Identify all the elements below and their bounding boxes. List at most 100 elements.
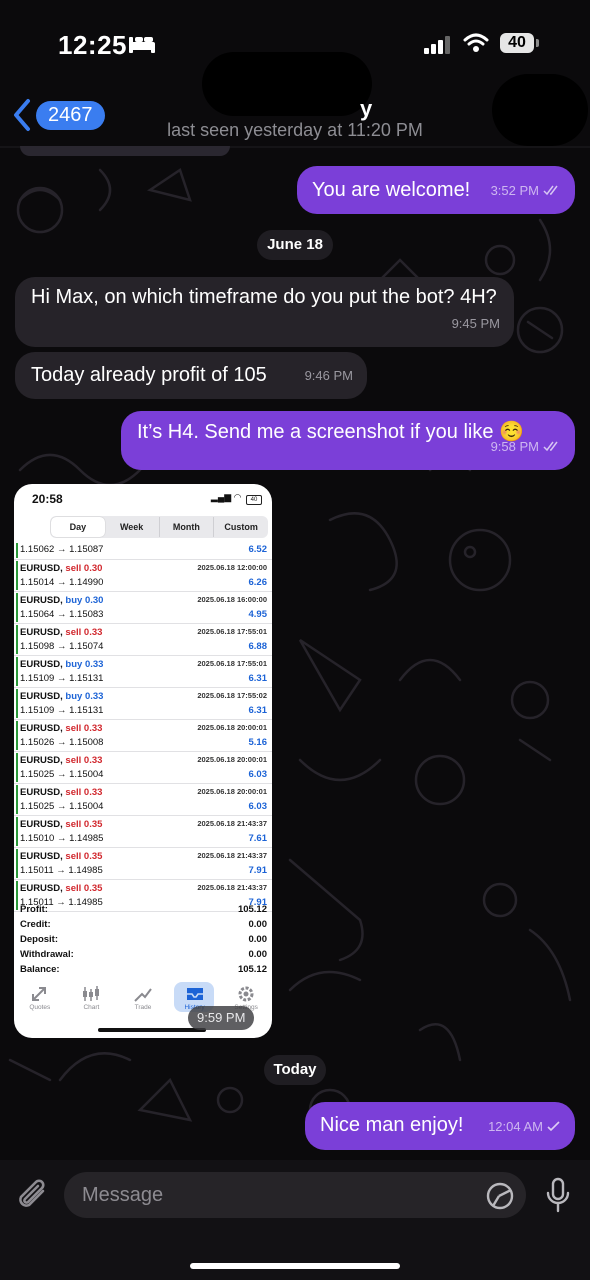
deal-row[interactable]: EURUSD, sell 0.33 2025.06.18 17:55:01 1.15… xyxy=(14,624,272,656)
redacted-contact-name[interactable] xyxy=(202,52,372,116)
deal-row[interactable]: EURUSD, buy 0.33 2025.06.18 17:55:01 1.151… xyxy=(14,656,272,688)
deal-lots: 0.33 xyxy=(83,627,103,638)
deal-row[interactable]: EURUSD, buy 0.33 2025.06.18 17:55:02 1.151… xyxy=(14,688,272,720)
summary-row: Profit: 105.12 xyxy=(14,902,272,917)
deal-profit: 6.31 xyxy=(248,673,268,684)
deal-lots: 0.33 xyxy=(84,659,104,670)
date-separator: Today xyxy=(264,1055,326,1085)
deal-side: sell xyxy=(65,723,82,734)
deal-indicator xyxy=(16,561,18,590)
deal-title: EURUSD, sell 0.30 xyxy=(20,563,102,574)
incoming-message[interactable]: Hi Max, on which timeframe do you put th… xyxy=(15,277,514,347)
trade-icon xyxy=(134,988,152,1002)
summary-value: 105.12 xyxy=(237,964,267,975)
deal-title: EURUSD, sell 0.33 xyxy=(20,755,102,766)
deal-row[interactable]: EURUSD, sell 0.33 2025.06.18 20:00:01 1.15… xyxy=(14,720,272,752)
deal-profit: 6.88 xyxy=(248,641,268,652)
deal-title: EURUSD, sell 0.35 xyxy=(20,851,102,862)
message-meta: 12:04 AM xyxy=(488,1113,561,1141)
deal-title: EURUSD, sell 0.35 xyxy=(20,819,102,830)
message-time: 9:58 PM xyxy=(490,439,539,454)
summary-value: 105.12 xyxy=(237,904,267,915)
summary-row: Withdrawal: 0.00 xyxy=(14,947,272,962)
deal-datetime: 2025.06.18 12:00:00 xyxy=(197,563,267,572)
deal-symbol: EURUSD, xyxy=(20,627,63,638)
deal-symbol: EURUSD, xyxy=(20,755,63,766)
photo-message[interactable]: 20:58 ▂▄▆ ◠ 40 Day Week Month Custom 1.1… xyxy=(14,484,272,1038)
deal-indicator xyxy=(16,785,18,814)
deal-profit: 6.31 xyxy=(248,705,268,716)
tab-day[interactable]: Day xyxy=(51,517,105,537)
contact-name[interactable]: y xyxy=(360,96,372,122)
incoming-message[interactable]: Today already profit of 105 9:46 PM xyxy=(15,352,367,399)
paperclip-icon[interactable] xyxy=(16,1177,50,1215)
history-icon xyxy=(186,988,203,1000)
deal-symbol: EURUSD, xyxy=(20,563,63,574)
message-text: It’s H4. Send me a screenshot if you lik… xyxy=(137,421,524,443)
deal-side: sell xyxy=(65,883,82,894)
chat-header: 2467 y last seen yesterday at 11:20 PM xyxy=(0,52,590,148)
deal-title: EURUSD, sell 0.33 xyxy=(20,627,102,638)
deal-symbol: EURUSD, xyxy=(20,787,63,798)
summary-label: Profit: xyxy=(20,904,48,915)
deal-side: buy xyxy=(65,659,83,670)
deal-prices: 1.15026 → 1.15008 xyxy=(20,737,104,748)
deal-row[interactable]: EURUSD, sell 0.33 2025.06.18 20:00:01 1.15… xyxy=(14,784,272,816)
deal-prices: 1.15064 → 1.15083 xyxy=(20,609,104,620)
microphone-icon[interactable] xyxy=(545,1177,571,1215)
deal-lots: 0.35 xyxy=(83,883,103,894)
summary-value: 0.00 xyxy=(248,919,268,930)
deal-symbol: EURUSD, xyxy=(20,851,63,862)
summary-row: Credit: 0.00 xyxy=(14,917,272,932)
deal-lots: 0.35 xyxy=(83,851,103,862)
deal-datetime: 2025.06.18 20:00:01 xyxy=(197,723,267,732)
outgoing-message[interactable]: You are welcome! 3:52 PM xyxy=(297,166,575,214)
photo-timestamp: 9:59 PM xyxy=(188,1006,255,1030)
wifi-icon xyxy=(463,33,489,52)
previous-message-bubble[interactable] xyxy=(20,146,230,156)
deal-row[interactable]: EURUSD, sell 0.35 2025.06.18 21:43:37 1.15… xyxy=(14,848,272,880)
deal-row[interactable]: 1.15062 → 1.15087 6.52 xyxy=(14,542,272,560)
deal-prices: 1.15109 → 1.15131 xyxy=(20,673,104,684)
deal-profit: 5.16 xyxy=(248,737,268,748)
tab-month[interactable]: Month xyxy=(160,517,215,537)
message-meta: 9:58 PM xyxy=(491,433,561,461)
deal-indicator xyxy=(16,721,18,750)
tab-trade[interactable]: Trade xyxy=(117,982,169,1022)
deal-row[interactable]: EURUSD, buy 0.30 2025.06.18 16:00:00 1.150… xyxy=(14,592,272,624)
tab-custom[interactable]: Custom xyxy=(214,517,268,537)
deal-title: EURUSD, sell 0.33 xyxy=(20,723,102,734)
deal-row[interactable]: EURUSD, sell 0.30 2025.06.18 12:00:00 1.15… xyxy=(14,560,272,592)
message-input[interactable] xyxy=(64,1172,526,1218)
message-text: Nice man enjoy! xyxy=(320,1114,464,1136)
deal-side: buy xyxy=(65,691,83,702)
outgoing-message[interactable]: Nice man enjoy! 12:04 AM xyxy=(305,1102,575,1150)
contact-avatar[interactable] xyxy=(492,74,588,146)
tab-quotes[interactable]: Quotes xyxy=(14,982,66,1022)
deal-title: EURUSD, buy 0.30 xyxy=(20,595,103,606)
sleep-focus-icon xyxy=(129,37,155,53)
summary-value: 0.00 xyxy=(248,934,268,945)
deal-profit: 4.95 xyxy=(248,609,268,620)
summary-row: Balance: 105.12 xyxy=(14,962,272,977)
tab-week[interactable]: Week xyxy=(105,517,160,537)
battery-indicator: 40 xyxy=(500,33,534,53)
sticker-icon[interactable] xyxy=(485,1181,515,1211)
tab-chart[interactable]: Chart xyxy=(66,982,118,1022)
deal-profit: 7.61 xyxy=(248,833,268,844)
deal-prices: 1.15025 → 1.15004 xyxy=(20,769,104,780)
deal-row[interactable]: EURUSD, sell 0.35 2025.06.18 21:43:37 1.15… xyxy=(14,816,272,848)
deal-symbol: EURUSD, xyxy=(20,691,63,702)
message-composer xyxy=(0,1160,590,1280)
outgoing-message[interactable]: It’s H4. Send me a screenshot if you lik… xyxy=(121,411,575,470)
double-check-icon xyxy=(543,185,558,196)
screenshot-status-icons: ▂▄▆ ◠ 40 xyxy=(211,492,262,505)
deal-indicator xyxy=(16,689,18,718)
deal-lots: 0.33 xyxy=(83,755,103,766)
deal-title: EURUSD, buy 0.33 xyxy=(20,659,103,670)
deal-lots: 0.33 xyxy=(83,787,103,798)
deal-row[interactable]: EURUSD, sell 0.33 2025.06.18 20:00:01 1.15… xyxy=(14,752,272,784)
message-text: Today already profit of 105 xyxy=(31,364,267,386)
deal-datetime: 2025.06.18 17:55:01 xyxy=(197,627,267,636)
deal-datetime: 2025.06.18 21:43:37 xyxy=(197,883,267,892)
